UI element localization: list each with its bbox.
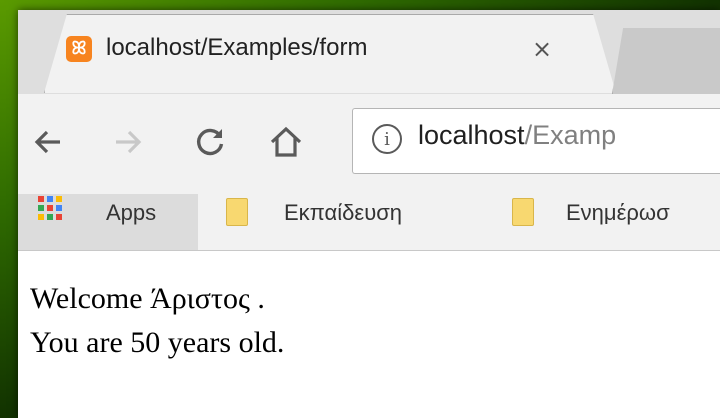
age-text: You are 50 years old. bbox=[30, 326, 285, 359]
bookmark-folder-education[interactable]: Εκπαίδευση bbox=[284, 200, 402, 230]
tab-title: localhost/Examples/form bbox=[106, 34, 368, 61]
reload-button[interactable] bbox=[186, 118, 234, 166]
url-path: /Examp bbox=[524, 120, 617, 150]
xampp-icon: ꕤ bbox=[66, 36, 92, 62]
back-arrow-icon bbox=[34, 130, 60, 154]
apps-grid-icon bbox=[38, 196, 62, 220]
folder-icon bbox=[512, 198, 534, 226]
home-icon bbox=[270, 126, 302, 157]
reload-icon bbox=[197, 128, 224, 156]
close-icon: × bbox=[531, 35, 553, 63]
back-button[interactable] bbox=[24, 118, 72, 166]
info-icon[interactable]: i bbox=[372, 124, 402, 154]
apps-label: Apps bbox=[106, 200, 157, 225]
home-button[interactable] bbox=[262, 118, 310, 166]
browser-frame: ꕤ localhost/Examples/form × i localhost/… bbox=[18, 10, 720, 418]
tab-close-button[interactable]: × bbox=[526, 32, 558, 66]
new-tab-button[interactable] bbox=[612, 28, 720, 94]
url-host: localhost bbox=[418, 120, 525, 150]
url-text[interactable]: localhost/Examp bbox=[418, 120, 718, 158]
bookmark-folder-news[interactable]: Ενημέρωσ bbox=[566, 200, 720, 230]
forward-button[interactable] bbox=[104, 118, 152, 166]
folder-icon bbox=[226, 198, 248, 226]
browser-window: ꕤ localhost/Examples/form × i localhost/… bbox=[0, 0, 720, 418]
forward-arrow-icon bbox=[116, 130, 142, 154]
welcome-text: Welcome Άριστος . bbox=[30, 282, 265, 315]
